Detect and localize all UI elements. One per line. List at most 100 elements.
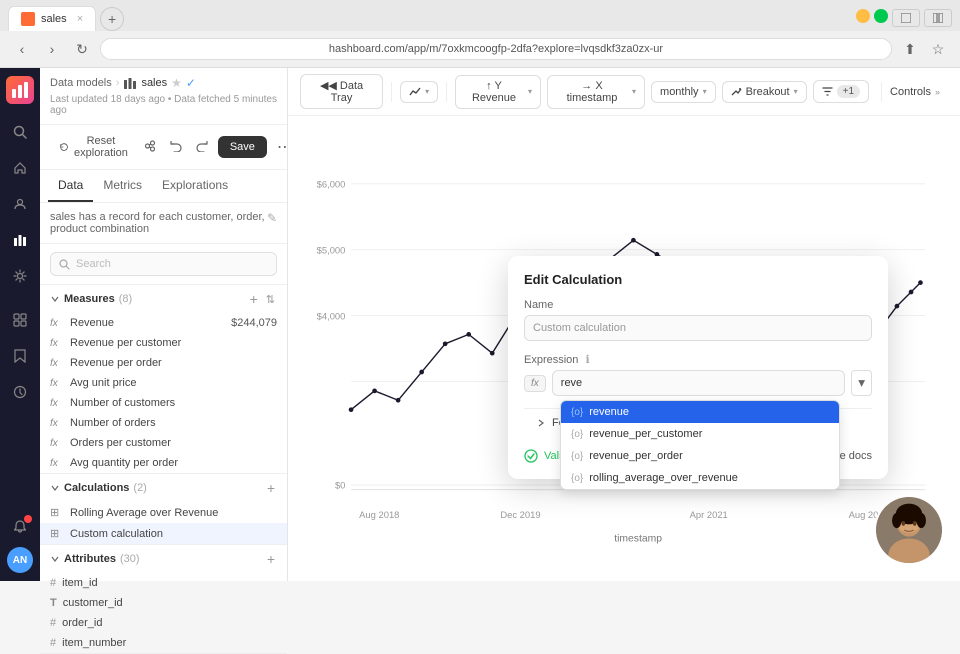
- sidebar-bookmark-icon[interactable]: [4, 340, 36, 372]
- tab-close[interactable]: ×: [77, 13, 83, 25]
- chevron-down-icon: [50, 554, 60, 564]
- calc-item-rolling[interactable]: ⊞ Rolling Average over Revenue ···: [40, 502, 287, 523]
- sidebar-data-icon[interactable]: [4, 224, 36, 256]
- sidebar-search-icon[interactable]: [4, 116, 36, 148]
- autocomplete-item-revenue[interactable]: {o} revenue: [561, 401, 839, 423]
- search-field[interactable]: Search: [50, 252, 277, 276]
- autocomplete-item-rarv[interactable]: {o} rolling_average_over_revenue: [561, 467, 839, 489]
- name-input[interactable]: [524, 315, 872, 341]
- attr-order-id[interactable]: # order_id ···: [40, 613, 287, 633]
- back-button[interactable]: ‹: [10, 37, 34, 61]
- data-tray-button[interactable]: ◀◀ Data Tray: [300, 74, 383, 109]
- sidebar-person-icon[interactable]: [4, 188, 36, 220]
- granularity-button[interactable]: monthly ▾: [651, 81, 716, 103]
- toolbar-sep2: [446, 82, 447, 102]
- attributes-header[interactable]: Attributes (30) +: [40, 545, 287, 573]
- expression-row: fx ▾ {o} revenue {o}: [524, 370, 872, 396]
- granularity-label: monthly: [660, 86, 699, 98]
- fx-icon: fx: [50, 398, 64, 409]
- fx-icon: fx: [50, 358, 64, 369]
- autocomplete-item-rpo[interactable]: {o} revenue_per_order: [561, 445, 839, 467]
- autocomplete-item-rpc[interactable]: {o} revenue_per_customer: [561, 423, 839, 445]
- star-icon[interactable]: ★: [171, 76, 182, 90]
- controls-button[interactable]: Controls »: [881, 82, 948, 102]
- x-axis-label: → X timestamp: [556, 80, 628, 104]
- item-name: customer_id: [63, 597, 277, 609]
- tab-metrics[interactable]: Metrics: [93, 170, 152, 202]
- attr-customer-id[interactable]: T customer_id ···: [40, 593, 287, 613]
- measure-item-noc[interactable]: fx Number of customers ···: [40, 393, 287, 413]
- bookmark-nav-icon[interactable]: ☆: [926, 37, 950, 61]
- sidebar-home-icon[interactable]: [4, 152, 36, 184]
- calculations-title: Calculations (2): [50, 482, 147, 494]
- measures-section: Measures (8) + ⇅ fx Revenue $244,079 ···…: [40, 285, 287, 474]
- url-bar[interactable]: hashboard.com/app/m/7oxkmcoogfp-2dfa?exp…: [100, 38, 892, 60]
- tab-data[interactable]: Data: [48, 170, 93, 202]
- calc-item-custom[interactable]: ⊞ Custom calculation ···: [40, 523, 287, 544]
- fx-icon: fx: [50, 338, 64, 349]
- undo-button[interactable]: [166, 136, 186, 159]
- sidebar-history-icon[interactable]: [4, 376, 36, 408]
- sidebar-header: Data models › sales ★ ✓ Last updated 18 …: [40, 68, 287, 125]
- add-calculation-button[interactable]: +: [265, 480, 277, 496]
- item-name: Rolling Average over Revenue: [70, 507, 277, 519]
- attr-item-number[interactable]: # item_number ···: [40, 633, 287, 653]
- measures-actions: + ⇅: [248, 291, 277, 307]
- calculations-header[interactable]: Calculations (2) +: [40, 474, 287, 502]
- measure-item-opc[interactable]: fx Orders per customer ···: [40, 433, 287, 453]
- tab-explorations[interactable]: Explorations: [152, 170, 238, 202]
- main-area: ◀◀ Data Tray ▾ ↑ Y Revenue ▾ → X timesta…: [288, 68, 960, 581]
- breakout-button[interactable]: Breakout ▾: [722, 81, 807, 103]
- share-icon[interactable]: ⬆: [898, 37, 922, 61]
- attr-item-id[interactable]: # item_id ···: [40, 573, 287, 593]
- measure-item-rpc[interactable]: fx Revenue per customer ···: [40, 333, 287, 353]
- attributes-title: Attributes (30): [50, 553, 140, 565]
- forward-button[interactable]: ›: [40, 37, 64, 61]
- hash-icon: #: [50, 577, 56, 589]
- edit-description-icon[interactable]: ✎: [267, 211, 277, 225]
- expression-label-text: Expression: [524, 354, 578, 366]
- active-tab[interactable]: sales ×: [8, 6, 96, 31]
- measure-item-rpo[interactable]: fx Revenue per order ···: [40, 353, 287, 373]
- measure-item-noo[interactable]: fx Number of orders ···: [40, 413, 287, 433]
- reset-exploration-button[interactable]: Reset exploration: [56, 131, 134, 163]
- measure-item-revenue[interactable]: fx Revenue $244,079 ···: [40, 313, 287, 333]
- refresh-button[interactable]: ↻: [70, 37, 94, 61]
- sidebar-notification-icon[interactable]: [4, 511, 36, 543]
- attr-count: (30): [120, 553, 140, 565]
- measure-item-aqpo[interactable]: fx Avg quantity per order ···: [40, 453, 287, 473]
- split-view-icon[interactable]: [924, 9, 952, 27]
- redo-icon: [196, 140, 208, 152]
- new-tab-button[interactable]: +: [100, 7, 124, 31]
- expression-info-icon[interactable]: ℹ: [585, 354, 589, 366]
- save-button[interactable]: Save: [218, 136, 267, 158]
- description-text: sales has a record for each customer, or…: [40, 203, 287, 244]
- minimize-button[interactable]: [856, 9, 870, 23]
- add-attribute-button[interactable]: +: [265, 551, 277, 567]
- expression-input[interactable]: [552, 370, 846, 396]
- ac-icon: {o}: [571, 451, 583, 462]
- add-measure-button[interactable]: +: [248, 291, 260, 307]
- sidebar-grid-icon[interactable]: [4, 304, 36, 336]
- redo-button[interactable]: [192, 136, 212, 159]
- maximize-button[interactable]: [874, 9, 888, 23]
- chart-type-button[interactable]: ▾: [400, 81, 438, 103]
- x-axis-button[interactable]: → X timestamp ▾: [547, 75, 645, 109]
- filter-badge: +1: [837, 85, 860, 98]
- measure-item-aup[interactable]: fx Avg unit price ···: [40, 373, 287, 393]
- content-sidebar: Data models › sales ★ ✓ Last updated 18 …: [40, 68, 288, 581]
- share-link-button[interactable]: [140, 136, 160, 159]
- breadcrumb-parent[interactable]: Data models: [50, 77, 112, 89]
- sidebar-settings-icon[interactable]: [4, 260, 36, 292]
- sort-measures-button[interactable]: ⇅: [264, 291, 277, 307]
- measures-header[interactable]: Measures (8) + ⇅: [40, 285, 287, 313]
- y-axis-label: ↑ Y Revenue: [464, 80, 524, 104]
- ac-label: revenue: [589, 406, 629, 418]
- expression-label: Expression ℹ: [524, 353, 872, 366]
- expression-dropdown-button[interactable]: ▾: [851, 370, 872, 396]
- filter-button[interactable]: +1: [813, 80, 869, 103]
- toolbar-sep1: [391, 82, 392, 102]
- y-axis-button[interactable]: ↑ Y Revenue ▾: [455, 75, 541, 109]
- window-icon[interactable]: [892, 9, 920, 27]
- user-avatar-icon[interactable]: AN: [7, 547, 33, 573]
